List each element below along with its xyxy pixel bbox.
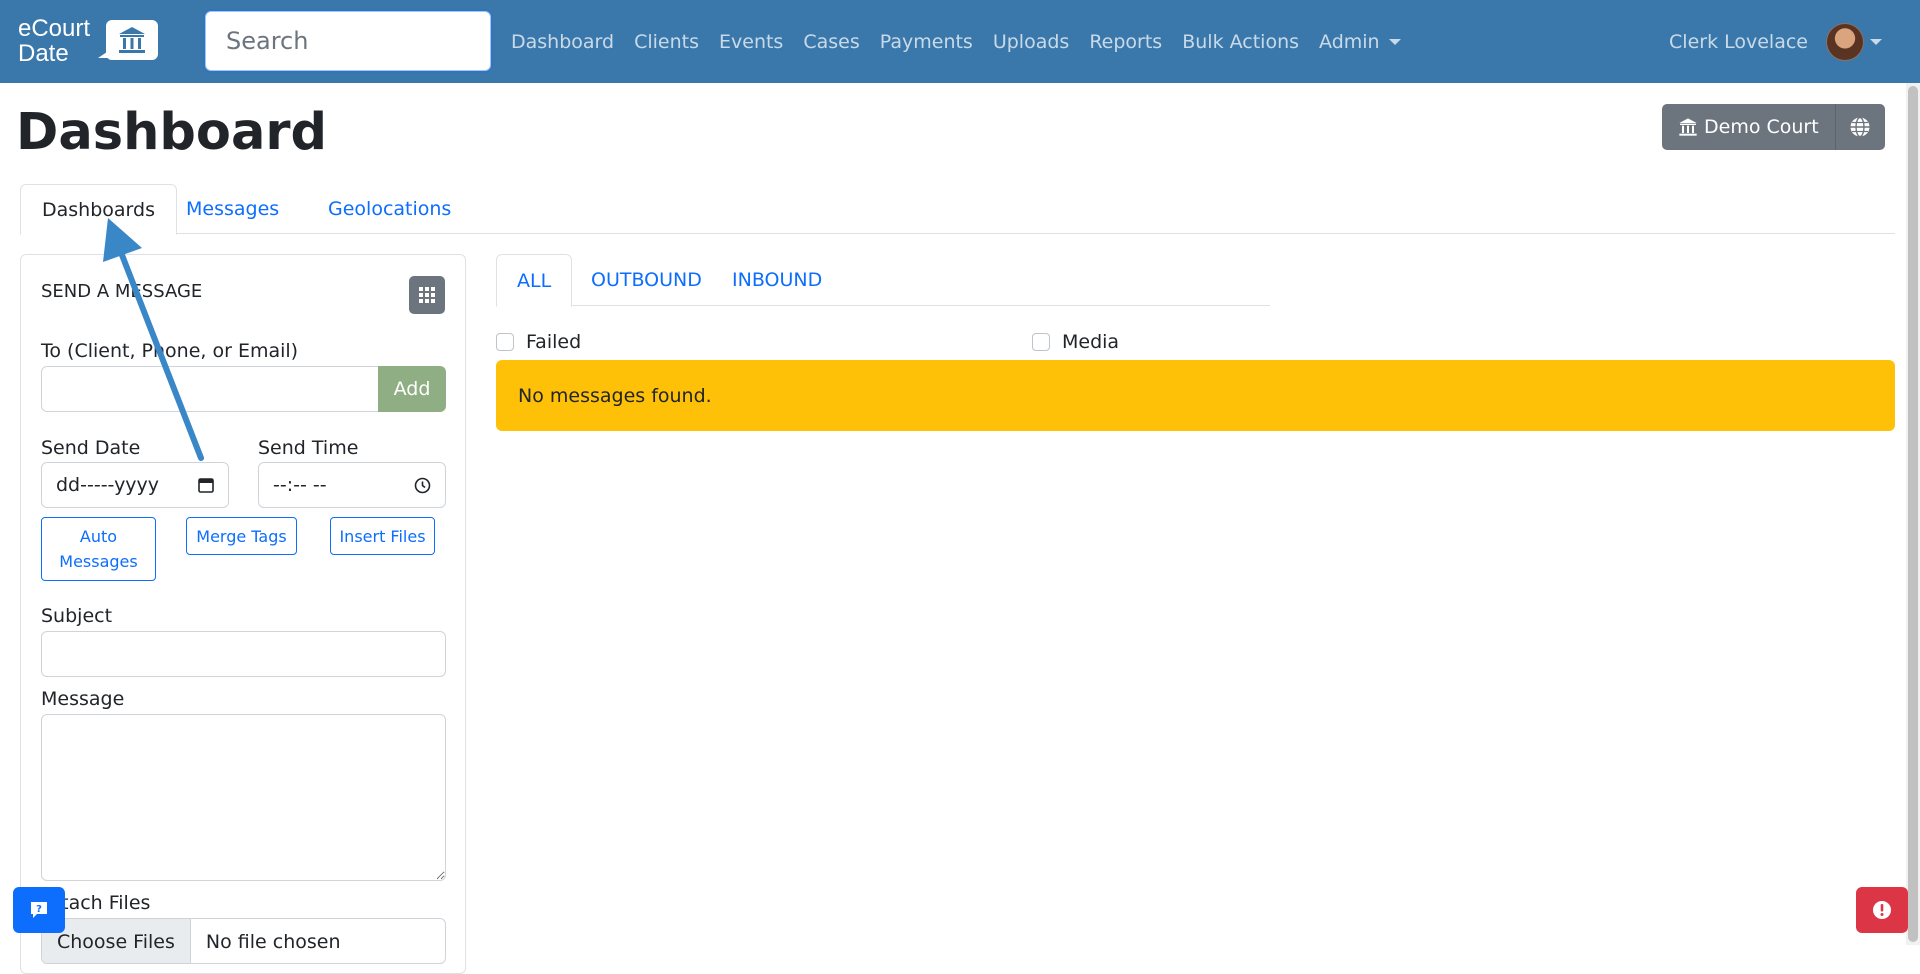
main-nav: Dashboard Clients Events Cases Payments …: [511, 0, 1421, 83]
insert-files-button[interactable]: Insert Files: [330, 517, 435, 555]
brand-text: eCourt Date: [18, 16, 90, 66]
send-time-label: Send Time: [258, 437, 359, 459]
exclamation-circle-icon: [1873, 901, 1891, 919]
tab-messages[interactable]: Messages: [165, 184, 300, 234]
failed-label: Failed: [526, 331, 582, 353]
courthouse-icon: [1679, 118, 1697, 136]
message-textarea[interactable]: [41, 714, 446, 881]
user-name: Clerk Lovelace: [1669, 30, 1808, 53]
add-recipient-button[interactable]: Add: [378, 366, 446, 412]
globe-icon: [1850, 116, 1870, 138]
calendar-icon[interactable]: [198, 477, 214, 493]
tab-geolocations[interactable]: Geolocations: [307, 184, 472, 234]
grid-icon: [419, 287, 435, 303]
dashboard-tabs: Dashboards Messages Geolocations: [20, 184, 1895, 235]
tab-inbound[interactable]: INBOUND: [712, 254, 842, 306]
nav-admin-label: Admin: [1319, 30, 1380, 53]
apps-grid-button[interactable]: [409, 276, 445, 314]
court-button[interactable]: Demo Court: [1662, 104, 1835, 150]
nav-events[interactable]: Events: [719, 31, 783, 53]
subject-label: Subject: [41, 605, 113, 627]
nav-payments[interactable]: Payments: [880, 31, 973, 53]
media-label: Media: [1062, 331, 1120, 353]
page-scrollbar-thumb[interactable]: [1908, 86, 1918, 942]
nav-bulk-actions[interactable]: Bulk Actions: [1182, 31, 1299, 53]
file-status: No file chosen: [205, 931, 341, 953]
message-label: Message: [41, 688, 125, 710]
top-navbar: eCourt Date Dashboard Clients Events Cas…: [0, 0, 1920, 83]
tab-dashboards[interactable]: Dashboards: [20, 184, 177, 235]
send-time-input[interactable]: --:-- --: [258, 462, 446, 508]
court-selector: Demo Court: [1662, 104, 1885, 150]
no-messages-alert: No messages found.: [496, 360, 1895, 431]
nav-dashboard[interactable]: Dashboard: [511, 31, 614, 53]
help-chat-button[interactable]: ?: [13, 887, 65, 933]
auto-messages-button[interactable]: Auto Messages: [41, 517, 156, 581]
brand-line-1: eCourt: [18, 15, 91, 42]
attach-files-input[interactable]: Choose Files No file chosen: [41, 918, 446, 964]
message-direction-tabs: ALL OUTBOUND INBOUND: [496, 254, 1270, 307]
courthouse-logo-icon: [98, 20, 158, 60]
send-date-label: Send Date: [41, 437, 141, 459]
tab-all[interactable]: ALL: [496, 254, 573, 307]
chevron-down-icon: [1388, 39, 1401, 45]
media-checkbox[interactable]: [1032, 333, 1050, 351]
send-message-card: SEND A MESSAGE To (Client, Phone, or Ema…: [20, 254, 466, 974]
nav-uploads[interactable]: Uploads: [993, 31, 1069, 53]
chat-question-icon: ?: [31, 902, 47, 918]
brand-line-2: Date: [18, 40, 69, 67]
time-placeholder: --:-- --: [273, 474, 327, 496]
language-button[interactable]: [1834, 104, 1885, 150]
media-filter[interactable]: Media: [1032, 331, 1119, 353]
search-input[interactable]: [205, 11, 491, 71]
brand-logo[interactable]: eCourt Date: [18, 16, 163, 66]
chevron-down-icon: [1870, 38, 1882, 45]
no-messages-text: No messages found.: [518, 384, 712, 407]
nav-admin-dropdown[interactable]: Admin: [1319, 31, 1401, 53]
tab-outbound[interactable]: OUTBOUND: [571, 254, 722, 306]
nav-reports[interactable]: Reports: [1089, 31, 1162, 53]
send-message-title: SEND A MESSAGE: [41, 281, 203, 302]
court-label: Demo Court: [1704, 116, 1819, 138]
user-menu[interactable]: Clerk Lovelace: [1669, 0, 1882, 83]
svg-text:?: ?: [36, 904, 42, 915]
subject-input[interactable]: [41, 631, 446, 677]
to-recipient-input[interactable]: [41, 366, 381, 412]
merge-tags-button[interactable]: Merge Tags: [186, 517, 297, 555]
nav-clients[interactable]: Clients: [634, 31, 699, 53]
send-date-input[interactable]: dd-----yyyy: [41, 462, 229, 508]
avatar: [1826, 22, 1864, 61]
error-report-button[interactable]: [1856, 887, 1908, 933]
page-title: Dashboard: [16, 103, 328, 162]
nav-cases[interactable]: Cases: [803, 31, 859, 53]
to-label: To (Client, Phone, or Email): [41, 340, 299, 362]
date-placeholder: dd-----yyyy: [56, 474, 160, 496]
failed-checkbox[interactable]: [496, 333, 514, 351]
clock-icon[interactable]: [414, 477, 431, 494]
failed-filter[interactable]: Failed: [496, 331, 581, 353]
